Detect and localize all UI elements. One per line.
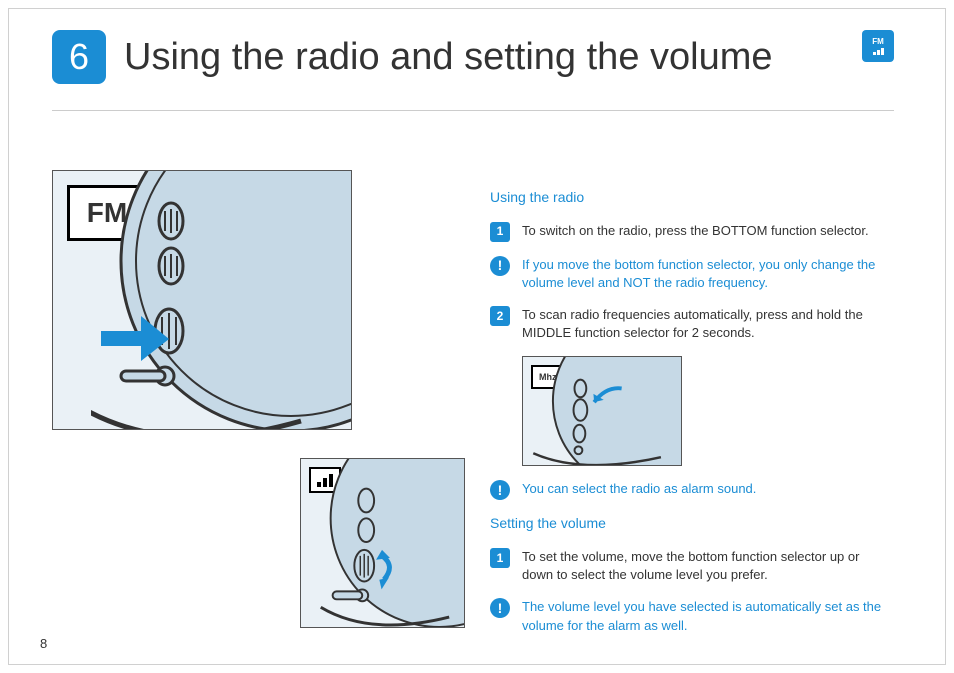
note-text: You can select the radio as alarm sound. [522,480,756,500]
volume-bars-icon [873,48,884,55]
volume-step-1: 1 To set the volume, move the bottom fun… [490,548,894,584]
page-number: 8 [40,636,47,651]
step-text: To scan radio frequencies automatically,… [522,306,894,342]
radio-note-1: ! If you move the bottom function select… [490,256,894,292]
warning-icon: ! [490,480,510,500]
section-header: 6 Using the radio and setting the volume… [52,30,894,84]
heading-setting-volume: Setting the volume [490,514,894,534]
fm-volume-badge: FM [862,30,894,62]
illustration-fm-selector: FM [52,170,352,430]
header-divider [52,110,894,111]
step-number: 1 [490,222,510,242]
warning-icon: ! [490,598,510,618]
instructions-column: Using the radio 1 To switch on the radio… [490,188,894,649]
step-text: To set the volume, move the bottom funct… [522,548,894,584]
note-text: If you move the bottom function selector… [522,256,894,292]
device-drawing [91,170,352,430]
note-text: The volume level you have selected is au… [522,598,894,634]
step-number: 2 [490,306,510,326]
volume-note-1: ! The volume level you have selected is … [490,598,894,634]
radio-step-1: 1 To switch on the radio, press the BOTT… [490,222,894,242]
warning-icon: ! [490,256,510,276]
illustration-volume-selector [300,458,465,628]
radio-step-2: 2 To scan radio frequencies automaticall… [490,306,894,342]
step-number: 1 [490,548,510,568]
section-title: Using the radio and setting the volume [124,36,773,79]
section-number-badge: 6 [52,30,106,84]
heading-using-radio: Using the radio [490,188,894,208]
fm-badge-text: FM [872,37,884,46]
illustration-scan-hold: Mhz. 2 Sec. [522,356,682,466]
radio-note-2: ! You can select the radio as alarm soun… [490,480,894,500]
step-text: To switch on the radio, press the BOTTOM… [522,222,869,242]
